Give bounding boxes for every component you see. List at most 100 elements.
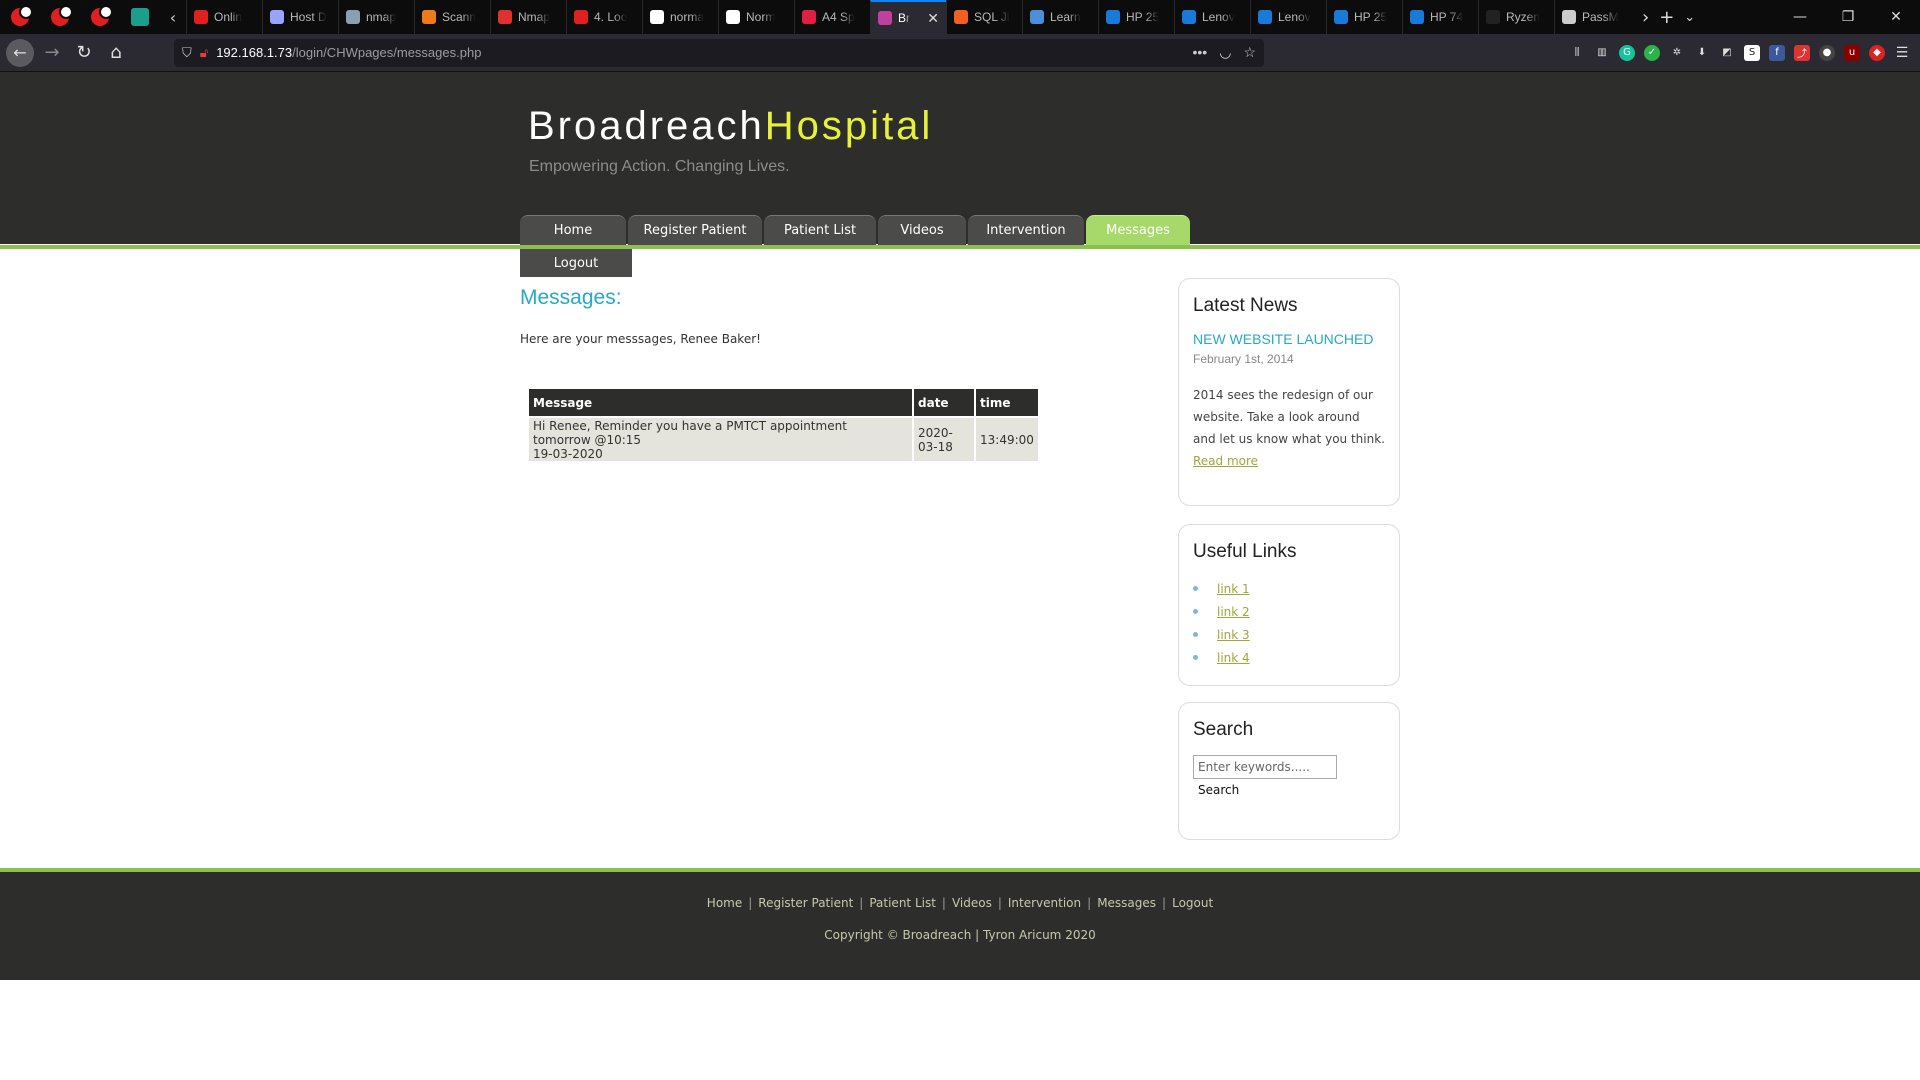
home-button[interactable]: ⌂ xyxy=(100,37,132,69)
facebook-icon[interactable]: f xyxy=(1769,44,1785,61)
search-box: Search Search xyxy=(1178,702,1400,840)
browser-tab-bar: ‹ Onlin Host D nmap Scann Nmap 4. Loo norma Nor… xyxy=(0,0,1920,34)
close-window-button[interactable]: ✕ xyxy=(1872,0,1920,34)
search-input[interactable] xyxy=(1193,755,1337,779)
useful-link-4[interactable]: link 4 xyxy=(1217,651,1250,665)
notification-extension-icon[interactable]: ◆ xyxy=(1869,44,1885,61)
browser-tab[interactable]: Host D xyxy=(262,0,338,34)
reload-button[interactable]: ↻ xyxy=(68,37,100,69)
browser-tab[interactable]: Onlin xyxy=(186,0,262,34)
browser-tab[interactable]: HP 25 xyxy=(1098,0,1174,34)
menu-item-register-patient[interactable]: Register Patient xyxy=(628,215,762,245)
browser-tab[interactable]: HP 74 xyxy=(1402,0,1478,34)
bookmark-star-icon[interactable]: ☆ xyxy=(1243,44,1256,61)
search-button[interactable]: Search xyxy=(1198,783,1239,797)
extension-icon[interactable]: ✲ xyxy=(1669,45,1685,61)
restore-button[interactable]: ❐ xyxy=(1824,0,1872,34)
pdf-icon[interactable]: ⤴ xyxy=(1794,44,1810,61)
menu-item-patient-list[interactable]: Patient List xyxy=(764,215,876,245)
message-text-line1: Hi Renee, Reminder you have a PMTCT appo… xyxy=(533,418,847,447)
browser-tab[interactable]: nmap xyxy=(338,0,414,34)
browser-tab[interactable]: Learn xyxy=(1022,0,1098,34)
tab-favicon-icon xyxy=(878,11,892,25)
useful-link-1[interactable]: link 1 xyxy=(1217,582,1250,596)
useful-link-3[interactable]: link 3 xyxy=(1217,628,1250,642)
url-path: /login/CHWpages/messages.php xyxy=(292,45,482,60)
grammarly-icon[interactable]: G xyxy=(1619,44,1635,61)
latest-news-title: Latest News xyxy=(1193,295,1298,316)
list-item: link 3 xyxy=(1193,623,1385,646)
news-headline[interactable]: NEW WEBSITE LAUNCHED xyxy=(1193,331,1385,347)
ublock-icon[interactable]: u xyxy=(1844,44,1860,61)
news-body: 2014 sees the redesign of our website. T… xyxy=(1193,388,1385,446)
footer-link-register-patient[interactable]: Register Patient xyxy=(758,896,853,910)
tab-scroll-left-button[interactable]: ‹ xyxy=(160,0,186,34)
shield-icon[interactable]: ⛉ xyxy=(182,45,192,61)
insecure-lock-icon[interactable]: 🔓︎ xyxy=(200,45,208,61)
youtube-icon xyxy=(91,5,113,26)
forward-button[interactable]: → xyxy=(36,37,68,69)
url-bar[interactable]: ⛉ 🔓︎ 192.168.1.73 /login/CHWpages/messag… xyxy=(174,38,1264,67)
footer-link-messages[interactable]: Messages xyxy=(1097,896,1156,910)
browser-tab[interactable]: Ryzen xyxy=(1478,0,1554,34)
menu-item-home[interactable]: Home xyxy=(520,215,626,245)
browser-tab[interactable]: A4 Sp xyxy=(794,0,870,34)
copyright-text: Copyright © Broadreach | Tyron Aricum 20… xyxy=(824,928,1096,942)
browser-tab[interactable]: Nmap xyxy=(490,0,566,34)
close-tab-icon[interactable]: ✕ xyxy=(927,10,939,27)
menu-item-messages[interactable]: Messages xyxy=(1086,215,1190,245)
browser-tab[interactable]: 4. Loo xyxy=(566,0,642,34)
tab-scroll-right-button[interactable]: › xyxy=(1642,7,1649,28)
footer-link-logout[interactable]: Logout xyxy=(1172,896,1213,910)
main-menu: Home Register Patient Patient List Videos In… xyxy=(520,215,1190,245)
youtube-icon xyxy=(11,5,33,26)
download-icon[interactable]: ⬇ xyxy=(1694,45,1710,61)
pocket-icon[interactable]: ◡ xyxy=(1219,44,1231,61)
browser-tab[interactable]: PassM xyxy=(1554,0,1630,34)
browser-tab[interactable]: Lenov xyxy=(1174,0,1250,34)
menu-icon[interactable]: ☰ xyxy=(1894,45,1910,61)
tab-favicon-icon xyxy=(650,10,664,24)
time-cell: 13:49:00 xyxy=(976,418,1038,461)
menu-item-intervention[interactable]: Intervention xyxy=(968,215,1084,245)
s-extension-icon[interactable]: S xyxy=(1744,44,1760,61)
tab-favicon-icon xyxy=(1486,10,1500,24)
site-logo[interactable]: BroadreachHospital xyxy=(528,104,933,149)
browser-tab[interactable]: Br ✕ xyxy=(870,0,946,34)
menu-item-videos[interactable]: Videos xyxy=(878,215,966,245)
useful-link-2[interactable]: link 2 xyxy=(1217,605,1250,619)
pinned-tab-app[interactable] xyxy=(120,0,160,34)
bullet-icon xyxy=(1193,655,1198,660)
pinned-tab-youtube-3[interactable] xyxy=(80,0,120,34)
library-icon[interactable]: ⫼ xyxy=(1569,45,1585,61)
footer-link-intervention[interactable]: Intervention xyxy=(1008,896,1081,910)
browser-tab[interactable]: Scann xyxy=(414,0,490,34)
privacy-badger-icon[interactable]: ● xyxy=(1819,44,1835,61)
list-all-tabs-button[interactable]: ⌄ xyxy=(1684,10,1695,25)
browser-tab[interactable]: Norm xyxy=(718,0,794,34)
back-button[interactable]: ← xyxy=(6,38,34,67)
tab-favicon-icon xyxy=(270,10,284,24)
screenshot-icon[interactable]: ◩ xyxy=(1719,45,1735,61)
pinned-tab-youtube-2[interactable] xyxy=(40,0,80,34)
pinned-tab-youtube-1[interactable] xyxy=(0,0,40,34)
home-icon: ⌂ xyxy=(110,42,122,63)
sidebar-icon[interactable]: ▥ xyxy=(1594,45,1610,61)
footer-link-patient-list[interactable]: Patient List xyxy=(869,896,936,910)
footer-link-home[interactable]: Home xyxy=(707,896,742,910)
menu-item-logout[interactable]: Logout xyxy=(520,249,632,277)
browser-tab[interactable]: SQL Ji xyxy=(946,0,1022,34)
browser-tab[interactable]: Lenov xyxy=(1250,0,1326,34)
minimize-button[interactable]: — xyxy=(1776,0,1824,34)
browser-tab[interactable]: norma xyxy=(642,0,718,34)
page-actions-icon[interactable]: ••• xyxy=(1193,44,1208,61)
checkmark-extension-icon[interactable]: ✓ xyxy=(1644,44,1660,61)
browser-tab[interactable]: HP 25 xyxy=(1326,0,1402,34)
search-title: Search xyxy=(1193,719,1254,740)
read-more-link[interactable]: Read more xyxy=(1193,450,1258,472)
tab-title: HP 74 xyxy=(1430,10,1464,24)
new-tab-button[interactable]: + xyxy=(1659,7,1674,28)
bullet-icon xyxy=(1193,586,1198,591)
footer-link-videos[interactable]: Videos xyxy=(952,896,992,910)
greeting-text: Here are your messsages, Renee Baker! xyxy=(520,332,761,346)
